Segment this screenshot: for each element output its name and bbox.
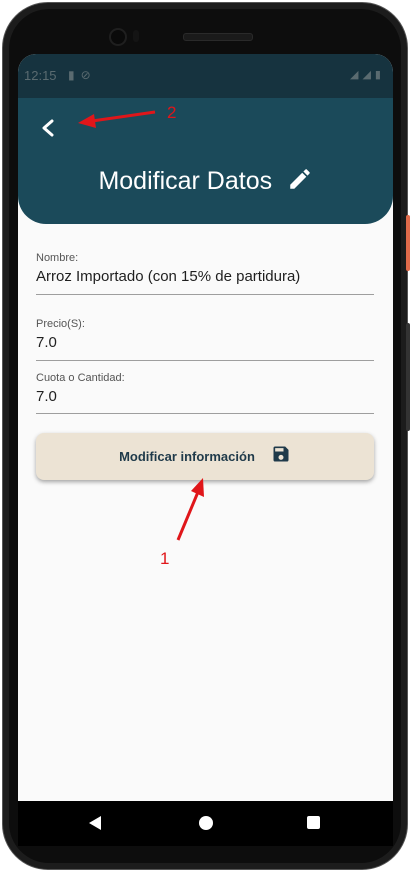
nav-recents-icon[interactable] [307, 816, 320, 829]
name-label: Nombre: [36, 252, 79, 264]
front-camera [109, 28, 127, 46]
app-bar: Modificar Datos [18, 98, 393, 224]
modify-info-label: Modificar información [119, 449, 255, 464]
name-field[interactable]: Nombre: Arroz Importado (con 15% de part… [36, 252, 374, 295]
page-title: Modificar Datos [98, 167, 273, 195]
price-field[interactable]: Precio(S): 7.0 [36, 318, 374, 361]
nav-home-icon[interactable] [199, 816, 213, 830]
earpiece-speaker [183, 33, 253, 41]
screen: 12:15 ▮⊘ ◢◢▮ Modificar Datos Nombre: Arr… [18, 54, 393, 801]
status-bar: 12:15 ▮⊘ ◢◢▮ [18, 54, 393, 98]
save-icon [271, 444, 291, 469]
chevron-left-icon [42, 119, 54, 137]
annotation-label-1: 1 [160, 549, 170, 568]
power-button [406, 215, 410, 271]
quantity-field[interactable]: Cuota o Cantidad: 7.0 [36, 372, 374, 414]
volume-button [406, 323, 410, 431]
quantity-label: Cuota o Cantidad: [36, 372, 125, 384]
signal-battery-icons: ◢◢▮ [350, 69, 385, 81]
pencil-icon [287, 166, 313, 197]
status-time: 12:15 [24, 68, 57, 83]
back-button[interactable] [32, 110, 68, 146]
modify-info-button[interactable]: Modificar información [36, 433, 374, 480]
name-value: Arroz Importado (con 15% de partidura) [36, 268, 301, 285]
notification-icons: ▮⊘ [68, 68, 97, 82]
system-nav-bar [18, 801, 393, 846]
sensor [133, 30, 139, 42]
quantity-value: 7.0 [36, 388, 57, 405]
price-label: Precio(S): [36, 318, 85, 330]
price-value: 7.0 [36, 334, 57, 351]
nav-back-icon[interactable] [89, 816, 101, 830]
annotation-label-2: 2 [167, 103, 177, 122]
